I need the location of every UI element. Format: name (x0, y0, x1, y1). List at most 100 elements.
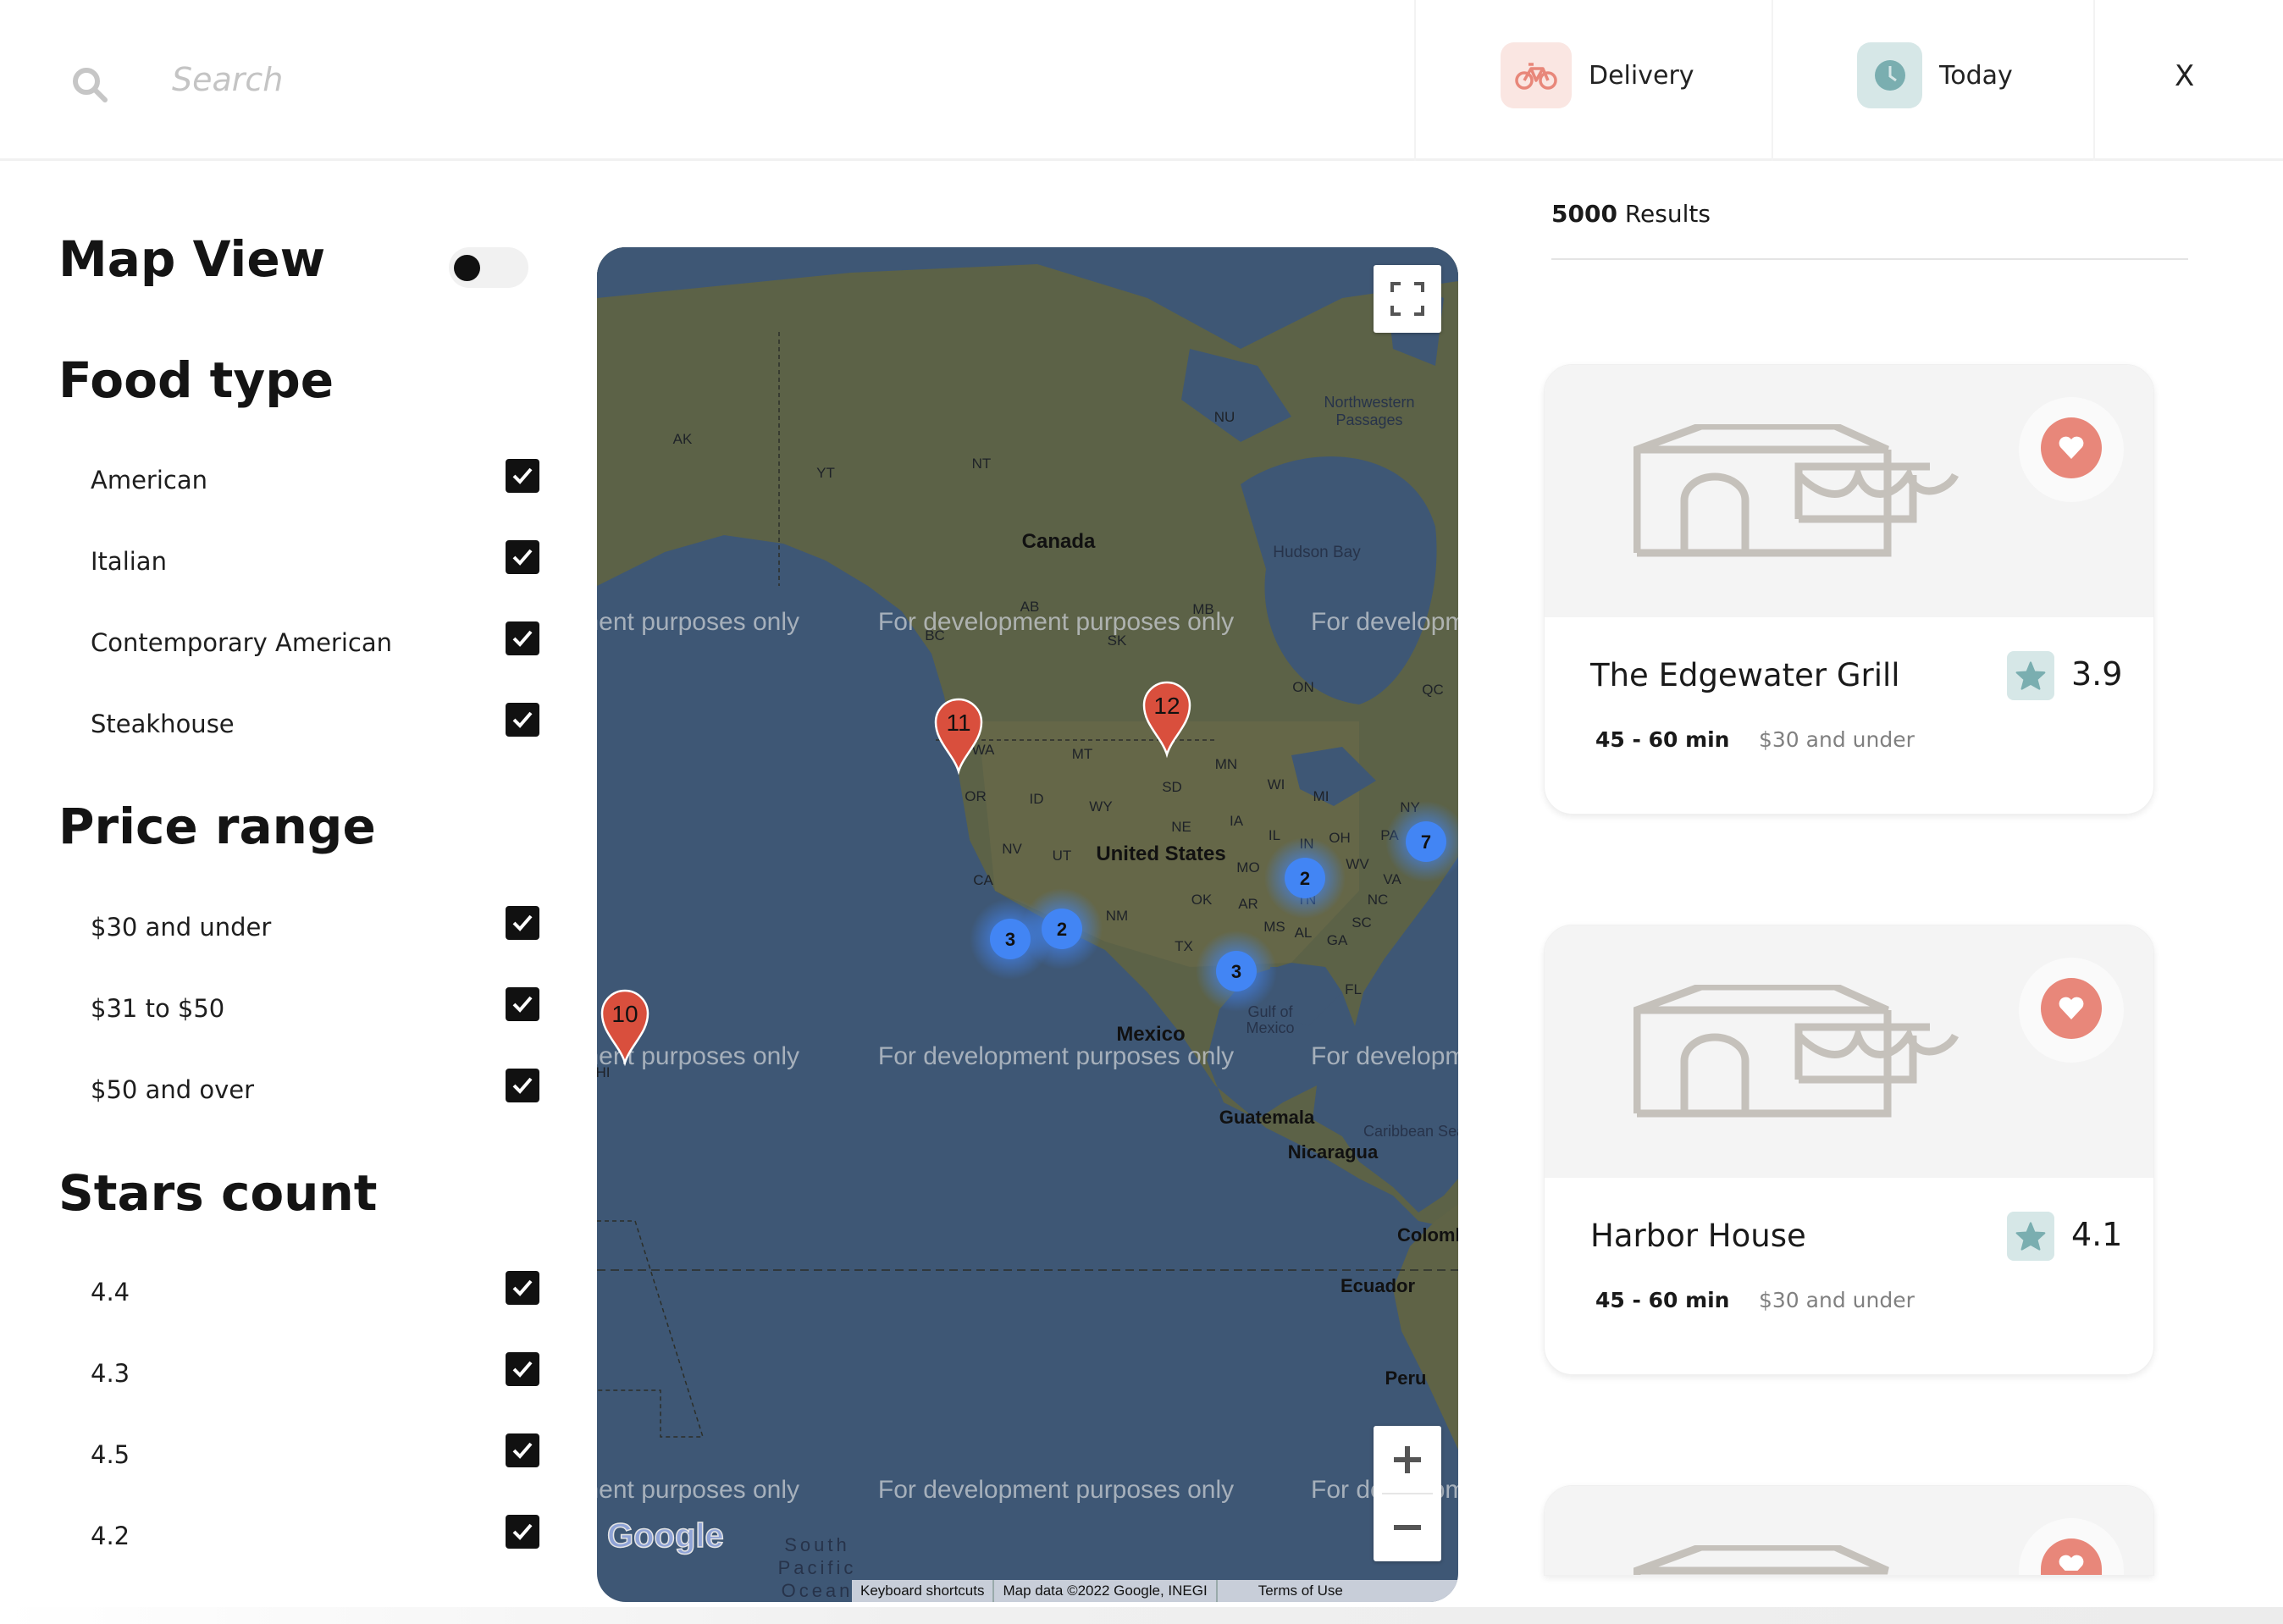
cluster-marker[interactable]: 3 (1196, 931, 1277, 1012)
map-canvas[interactable]: Canada United States Mexico Guatemala Ni… (597, 247, 1458, 1602)
watermark: For development purposes only (878, 608, 1234, 636)
map-label-northwestern: Northwestern (1324, 394, 1414, 411)
checkbox-price-50-over[interactable] (506, 1069, 539, 1102)
checkmark-icon (512, 914, 533, 931)
map-state-label: WY (1089, 798, 1112, 815)
checkbox-stars-4-2[interactable] (506, 1515, 539, 1549)
map-data-text: Map data ©2022 Google, INEGI (994, 1580, 1218, 1602)
cluster-count: 3 (1231, 961, 1241, 982)
terms-of-use-link[interactable]: Terms of Use (1218, 1580, 1352, 1602)
map-state-label: NT (972, 456, 992, 472)
restaurant-card[interactable] (1544, 1485, 2154, 1576)
filter-option-label: 4.5 (91, 1440, 130, 1469)
watermark: For development purposes only (878, 1476, 1234, 1504)
checkbox-price-30-under[interactable] (506, 906, 539, 940)
fullscreen-icon (1390, 282, 1424, 316)
map-state-label: SD (1162, 779, 1182, 795)
star-icon (2007, 651, 2054, 700)
map-label-ecuador: Ecuador (1341, 1275, 1415, 1296)
toggle-knob (454, 255, 480, 281)
checkbox-price-31-50[interactable] (506, 987, 539, 1021)
filter-option-label: 4.4 (91, 1278, 130, 1306)
map-view-toggle[interactable] (449, 247, 528, 288)
heart-icon (2059, 436, 2084, 459)
rating-value: 3.9 (2071, 655, 2123, 693)
checkbox-contemporary-american[interactable] (506, 621, 539, 655)
restaurant-card[interactable]: The Edgewater Grill 3.9 45 - 60 min $30 … (1544, 364, 2154, 815)
map-label-colombia: Colombia (1397, 1224, 1458, 1246)
watermark: For development purposes only (597, 1476, 799, 1504)
cluster-marker[interactable]: 2 (1021, 888, 1103, 969)
divider (1414, 0, 1416, 161)
map-state-label: SC (1352, 914, 1372, 931)
checkbox-stars-4-4[interactable] (506, 1271, 539, 1305)
filter-option-label: $31 to $50 (91, 994, 225, 1023)
pin-label: 10 (611, 1001, 638, 1027)
favorite-button[interactable] (2041, 978, 2102, 1039)
map-state-label: ON (1292, 679, 1314, 695)
restaurant-card[interactable]: Harbor House 4.1 45 - 60 min $30 and und… (1544, 925, 2154, 1375)
pin-label: 12 (1153, 693, 1180, 719)
checkmark-icon (512, 1279, 533, 1296)
map-label-nicaragua: Nicaragua (1288, 1141, 1379, 1163)
map-state-label: AR (1238, 896, 1258, 912)
checkbox-american[interactable] (506, 459, 539, 493)
checkmark-icon (512, 1361, 533, 1378)
map-state-label: NU (1214, 409, 1235, 425)
stars-count-heading: Stars count (58, 1164, 378, 1222)
bicycle-icon (1501, 42, 1572, 108)
google-logo: Google (607, 1517, 724, 1555)
map-state-label: MS (1263, 919, 1285, 935)
delivery-label: Delivery (1589, 60, 1694, 91)
map-view-heading: Map View (58, 230, 326, 288)
checkmark-icon (512, 1442, 533, 1459)
close-button[interactable]: X (2175, 59, 2194, 93)
watermark: For development purposes only (597, 608, 799, 636)
search-icon[interactable] (71, 66, 108, 107)
filter-option-label: Contemporary American (91, 628, 392, 657)
delivery-button[interactable]: Delivery (1501, 42, 1694, 108)
restaurant-name[interactable]: The Edgewater Grill (1590, 657, 1900, 693)
cluster-count: 2 (1300, 868, 1310, 889)
results-list[interactable]: The Edgewater Grill 3.9 45 - 60 min $30 … (1507, 279, 2202, 1576)
map-state-label: AK (673, 431, 693, 447)
divider (2093, 0, 2095, 161)
filter-option-label: Steakhouse (91, 710, 235, 738)
map[interactable]: Canada United States Mexico Guatemala Ni… (597, 247, 1458, 1602)
checkmark-icon (512, 630, 533, 647)
fullscreen-button[interactable] (1374, 265, 1441, 333)
checkbox-italian[interactable] (506, 540, 539, 574)
keyboard-shortcuts-link[interactable]: Keyboard shortcuts (852, 1580, 995, 1602)
zoom-in-button[interactable] (1374, 1426, 1441, 1494)
map-state-label: IA (1230, 813, 1244, 829)
checkbox-stars-4-5[interactable] (506, 1433, 539, 1467)
map-state-label: OK (1191, 892, 1213, 908)
checkmark-icon (512, 996, 533, 1013)
map-label-canada: Canada (1022, 530, 1096, 553)
zoom-out-button[interactable] (1374, 1494, 1441, 1561)
restaurant-name[interactable]: Harbor House (1590, 1218, 1806, 1254)
today-button[interactable]: Today (1857, 42, 2013, 108)
map-label-ocean: Ocean (782, 1580, 854, 1601)
map-state-label: OH (1329, 830, 1351, 846)
delivery-time: 45 - 60 min (1595, 1288, 1730, 1312)
cluster-marker[interactable]: 2 (1264, 837, 1346, 919)
checkbox-stars-4-3[interactable] (506, 1352, 539, 1386)
storefront-icon (1633, 424, 1960, 557)
storefront-icon (1633, 1545, 1889, 1575)
minus-icon (1394, 1525, 1421, 1530)
favorite-button[interactable] (2041, 417, 2102, 478)
star-icon (2007, 1212, 2054, 1261)
heart-icon (2059, 997, 2084, 1019)
filter-option-label: $50 and over (91, 1075, 255, 1104)
search-input[interactable]: Search (172, 61, 283, 98)
filter-option-label: American (91, 466, 208, 494)
filter-option-label: $30 and under (91, 913, 272, 942)
checkmark-icon (512, 1523, 533, 1540)
divider (1551, 258, 2188, 260)
map-label-caribbean: Caribbean Sea (1363, 1123, 1458, 1140)
map-state-label: UT (1053, 848, 1072, 864)
map-state-label: CA (973, 872, 993, 888)
checkbox-steakhouse[interactable] (506, 703, 539, 737)
map-label-united-states: United States (1096, 842, 1225, 865)
